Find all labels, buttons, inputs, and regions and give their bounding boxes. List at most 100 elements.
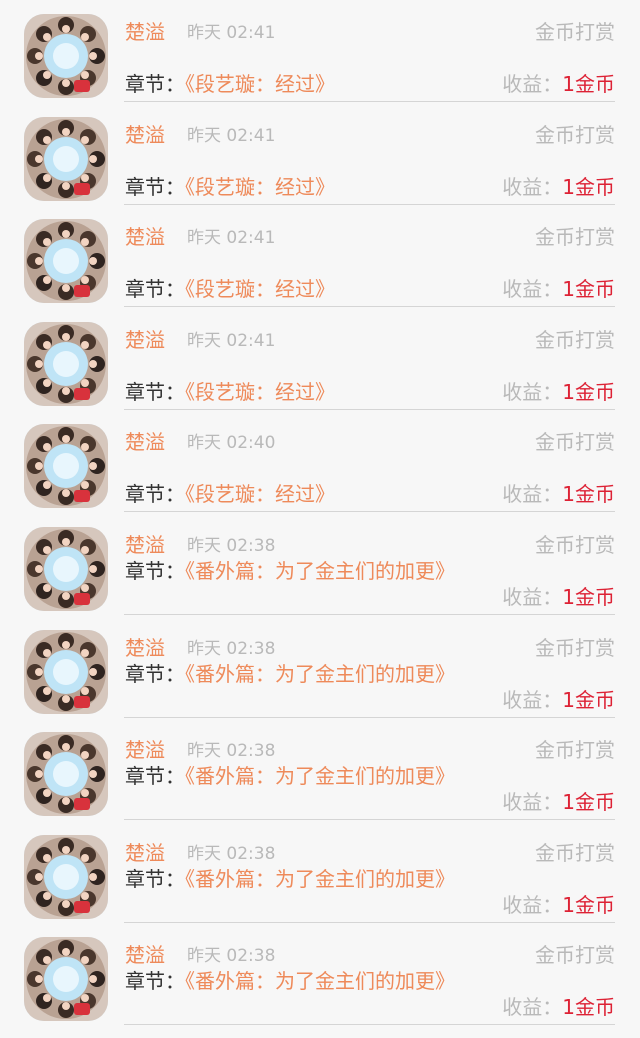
avatar[interactable]: [24, 527, 108, 611]
timestamp: 昨天 02:41: [187, 125, 276, 146]
reward-type: 金币打赏: [535, 738, 615, 763]
chapter-label: 章节：: [125, 764, 185, 789]
avatar[interactable]: [24, 937, 108, 1022]
user-name[interactable]: 楚溢: [125, 428, 165, 456]
user-name[interactable]: 楚溢: [125, 531, 165, 559]
list-item[interactable]: 楚溢 昨天 02:38 金币打赏 章节：《番外篇：为了金主们的加更》 收益：1金…: [0, 513, 640, 616]
chapter-title[interactable]: 《番外篇：为了金主们的加更》: [185, 764, 455, 788]
user-name[interactable]: 楚溢: [125, 634, 165, 662]
income-info: 收益：1金币: [502, 480, 615, 508]
income-label: 收益：: [502, 687, 563, 712]
income-label: 收益：: [502, 790, 563, 815]
income-info: 收益：1金币: [502, 686, 615, 714]
chapter-label: 章节：: [125, 866, 185, 891]
chapter-title[interactable]: 《番外篇：为了金主们的加更》: [185, 867, 455, 891]
income-value: 1金币: [562, 892, 615, 917]
income-label: 收益：: [502, 892, 563, 917]
avatar[interactable]: [24, 732, 108, 817]
chapter-title[interactable]: 《段艺璇：经过》: [185, 482, 335, 506]
income-info: 收益：1金币: [502, 788, 615, 816]
reward-type: 金币打赏: [535, 225, 615, 250]
chapter-label: 章节：: [125, 277, 185, 302]
income-value: 1金币: [562, 379, 615, 404]
chapter-info[interactable]: 章节：《段艺璇：经过》: [125, 275, 470, 303]
user-name[interactable]: 楚溢: [125, 121, 165, 149]
income-label: 收益：: [502, 585, 563, 609]
user-name[interactable]: 楚溢: [125, 839, 165, 867]
income-info: 收益：1金币: [502, 891, 615, 919]
chapter-info[interactable]: 章节：《段艺璇：经过》: [125, 378, 470, 406]
list-item[interactable]: 楚溢 昨天 02:38 金币打赏 章节：《番外篇：为了金主们的加更》 收益：1金…: [0, 923, 640, 1026]
income-label: 收益：: [502, 995, 563, 1020]
income-value: 1金币: [562, 482, 615, 507]
chapter-label: 章节：: [125, 379, 185, 404]
avatar[interactable]: [24, 834, 108, 919]
income-value: 1金币: [562, 585, 615, 609]
list-item[interactable]: 楚溢 昨天 02:41 金币打赏 章节：《段艺璇：经过》 收益：1金币: [0, 205, 640, 308]
chapter-label: 章节：: [125, 969, 185, 994]
list-item[interactable]: 楚溢 昨天 02:38 金币打赏 章节：《番外篇：为了金主们的加更》 收益：1金…: [0, 821, 640, 924]
user-name[interactable]: 楚溢: [125, 223, 165, 251]
avatar[interactable]: [24, 321, 108, 406]
income-info: 收益：1金币: [502, 583, 615, 611]
income-value: 1金币: [562, 687, 615, 712]
reward-type: 金币打赏: [535, 122, 615, 147]
avatar[interactable]: [24, 116, 108, 201]
timestamp: 昨天 02:38: [187, 741, 276, 762]
chapter-title[interactable]: 《段艺璇：经过》: [185, 380, 335, 404]
user-name[interactable]: 楚溢: [125, 941, 165, 969]
reward-type: 金币打赏: [535, 533, 615, 557]
income-label: 收益：: [502, 482, 563, 507]
timestamp: 昨天 02:38: [187, 536, 276, 556]
user-name[interactable]: 楚溢: [125, 736, 165, 764]
list-item[interactable]: 楚溢 昨天 02:41 金币打赏 章节：《段艺璇：经过》 收益：1金币: [0, 0, 640, 103]
chapter-title[interactable]: 《番外篇：为了金主们的加更》: [185, 969, 455, 993]
chapter-info[interactable]: 章节：《段艺璇：经过》: [125, 173, 470, 201]
reward-record-list: 楚溢 昨天 02:41 金币打赏 章节：《段艺璇：经过》 收益：1金币 楚溢 昨…: [0, 0, 640, 1038]
reward-type: 金币打赏: [535, 20, 615, 44]
income-value: 1金币: [562, 174, 615, 199]
income-info: 收益：1金币: [502, 275, 615, 303]
income-value: 1金币: [562, 995, 615, 1020]
list-item[interactable]: 楚溢 昨天 02:38 金币打赏 章节：《番外篇：为了金主们的加更》 收益：1金…: [0, 616, 640, 719]
timestamp: 昨天 02:41: [187, 23, 276, 43]
avatar[interactable]: [24, 14, 108, 98]
list-item[interactable]: 楚溢 昨天 02:41 金币打赏 章节：《段艺璇：经过》 收益：1金币: [0, 308, 640, 411]
avatar[interactable]: [24, 219, 108, 304]
chapter-title[interactable]: 《番外篇：为了金主们的加更》: [185, 662, 455, 686]
chapter-info[interactable]: 章节：《番外篇：为了金主们的加更》: [125, 867, 470, 892]
timestamp: 昨天 02:41: [187, 228, 276, 249]
timestamp: 昨天 02:38: [187, 638, 276, 659]
income-label: 收益：: [502, 277, 563, 302]
user-name[interactable]: 楚溢: [125, 18, 165, 46]
income-value: 1金币: [562, 72, 615, 96]
timestamp: 昨天 02:38: [187, 946, 276, 967]
income-info: 收益：1金币: [502, 173, 615, 201]
chapter-info[interactable]: 章节：《段艺璇：经过》: [125, 480, 470, 508]
row-divider: [124, 1024, 615, 1026]
avatar[interactable]: [24, 424, 108, 509]
chapter-title[interactable]: 《段艺璇：经过》: [185, 175, 335, 199]
chapter-info[interactable]: 章节：《番外篇：为了金主们的加更》: [125, 559, 470, 584]
reward-type: 金币打赏: [535, 327, 615, 352]
income-info: 收益：1金币: [502, 993, 615, 1021]
income-info: 收益：1金币: [502, 378, 615, 406]
income-label: 收益：: [502, 379, 563, 404]
list-item[interactable]: 楚溢 昨天 02:41 金币打赏 章节：《段艺璇：经过》 收益：1金币: [0, 103, 640, 206]
chapter-info[interactable]: 章节：《番外篇：为了金主们的加更》: [125, 969, 470, 994]
avatar[interactable]: [24, 629, 108, 714]
chapter-title[interactable]: 《段艺璇：经过》: [185, 72, 335, 96]
chapter-info[interactable]: 章节：《番外篇：为了金主们的加更》: [125, 662, 470, 687]
user-name[interactable]: 楚溢: [125, 326, 165, 354]
chapter-label: 章节：: [125, 482, 185, 507]
chapter-info[interactable]: 章节：《段艺璇：经过》: [125, 70, 470, 98]
chapter-title[interactable]: 《番外篇：为了金主们的加更》: [185, 559, 455, 583]
timestamp: 昨天 02:38: [187, 843, 276, 864]
timestamp: 昨天 02:41: [187, 330, 276, 351]
list-item[interactable]: 楚溢 昨天 02:38 金币打赏 章节：《番外篇：为了金主们的加更》 收益：1金…: [0, 718, 640, 821]
reward-type: 金币打赏: [535, 840, 615, 865]
chapter-title[interactable]: 《段艺璇：经过》: [185, 277, 335, 301]
list-item[interactable]: 楚溢 昨天 02:40 金币打赏 章节：《段艺璇：经过》 收益：1金币: [0, 410, 640, 513]
timestamp: 昨天 02:40: [187, 433, 276, 454]
chapter-info[interactable]: 章节：《番外篇：为了金主们的加更》: [125, 764, 470, 789]
